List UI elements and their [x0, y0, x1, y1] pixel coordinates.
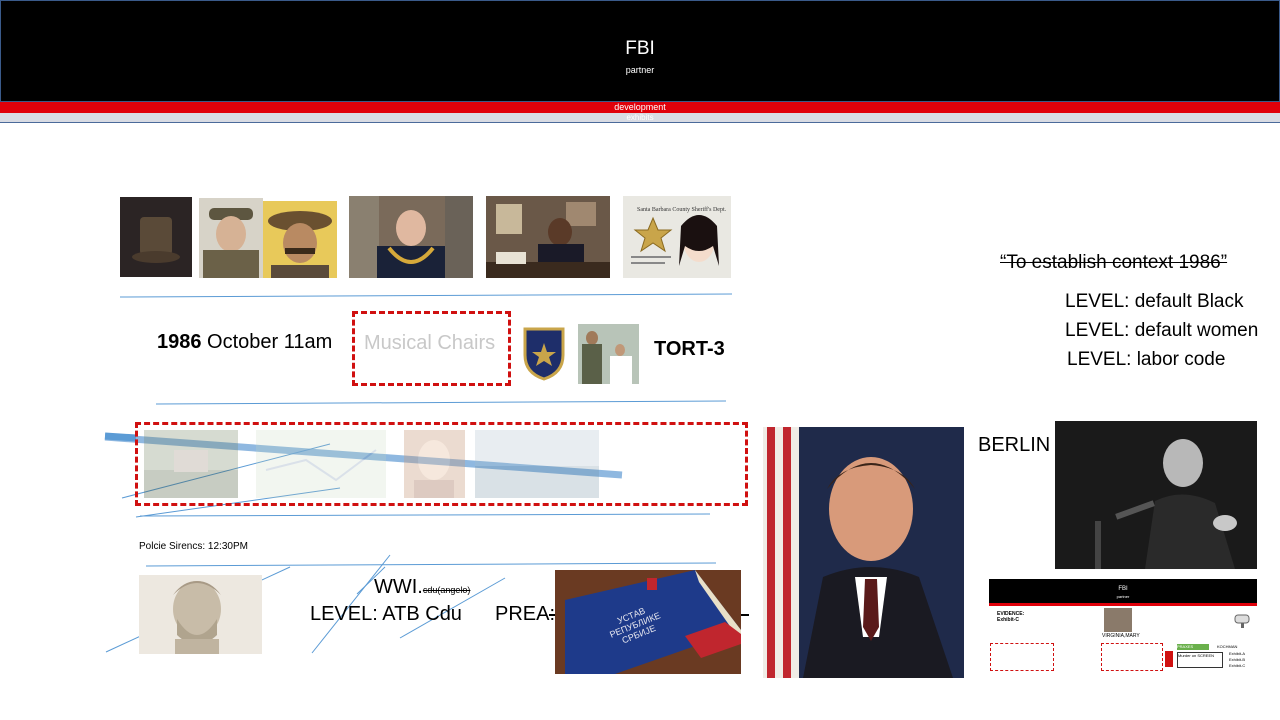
musician-photo: [263, 201, 337, 278]
thumb-kochman: KOCHMAN: [1217, 644, 1238, 649]
musical-chairs-label: Musical Chairs: [364, 332, 496, 354]
date-line: 1986 October 11am: [157, 331, 332, 354]
thumb-name: VIRGINIA,MARY: [1102, 633, 1140, 639]
thumb-dash-box-2: [1101, 643, 1163, 671]
soldiers-photo: [578, 324, 639, 384]
wwi-main: WWI.: [374, 576, 423, 598]
context-quote: “To establish context 1986”: [1000, 252, 1228, 273]
officer-desk-photo: [486, 196, 610, 278]
wwi-label: WWI.cdu(angelo): [374, 576, 470, 599]
jfk-photo: [1055, 421, 1257, 569]
camera-icon: [1234, 614, 1250, 628]
prea-label: PREA:: [495, 603, 556, 625]
soldier-photo: [199, 198, 263, 278]
date-year: 1986: [157, 331, 202, 353]
constitution-book-photo: УСТАВ РЕПУБЛИКЕ СРБИЈЕ: [555, 570, 741, 674]
thumb-photo: [1104, 608, 1132, 632]
thumb-exhibit-a: Exhibit-A: [1229, 651, 1246, 656]
thumb-exhibit-b: Exhibit-B: [1229, 657, 1246, 662]
slide-thumbnail: FBI partner EVIDENCE: Exhibit-C VIRGINIA…: [989, 577, 1257, 678]
thumb-dash-box-1: [990, 643, 1054, 671]
thumb-subtitle: partner: [1116, 594, 1130, 599]
date-rest: October 11am: [201, 331, 333, 353]
musical-chairs-box: Musical Chairs: [352, 311, 511, 386]
thumb-exhibit: Exhibit-C: [997, 617, 1019, 623]
hat-photo: [120, 197, 192, 277]
reagan-photo: [763, 427, 964, 678]
level-atb: LEVEL: ATB Cdu: [310, 603, 462, 625]
wwi-small: cdu(angelo): [422, 585, 471, 595]
thumb-title: FBI: [1118, 586, 1128, 592]
tort-label: TORT-3: [654, 338, 725, 360]
thumb-red-marker: [1165, 651, 1173, 667]
king-photo: [349, 196, 473, 278]
sheriff-card: Santa Barbara County Sheriff's Dept.: [623, 196, 731, 278]
police-badge-icon: [521, 325, 567, 381]
bust-photo: [139, 575, 262, 654]
faded-images-box: [135, 422, 748, 506]
level-default-black: LEVEL: default Black: [1065, 291, 1244, 312]
thumb-tag: PRAXES: [1177, 644, 1209, 650]
thumb-band: [989, 603, 1257, 606]
level-default-women: LEVEL: default women: [1065, 320, 1259, 341]
berlin-label: BERLIN: [978, 434, 1051, 456]
thumb-murder: Murder on SCREEN: [1177, 652, 1223, 668]
level-labor-code: LEVEL: labor code: [1067, 349, 1226, 370]
thumb-exhibit-c: Exhibit-C: [1229, 663, 1246, 668]
police-sirens-label: Polcie Sirencs: 12:30PM: [139, 541, 248, 552]
